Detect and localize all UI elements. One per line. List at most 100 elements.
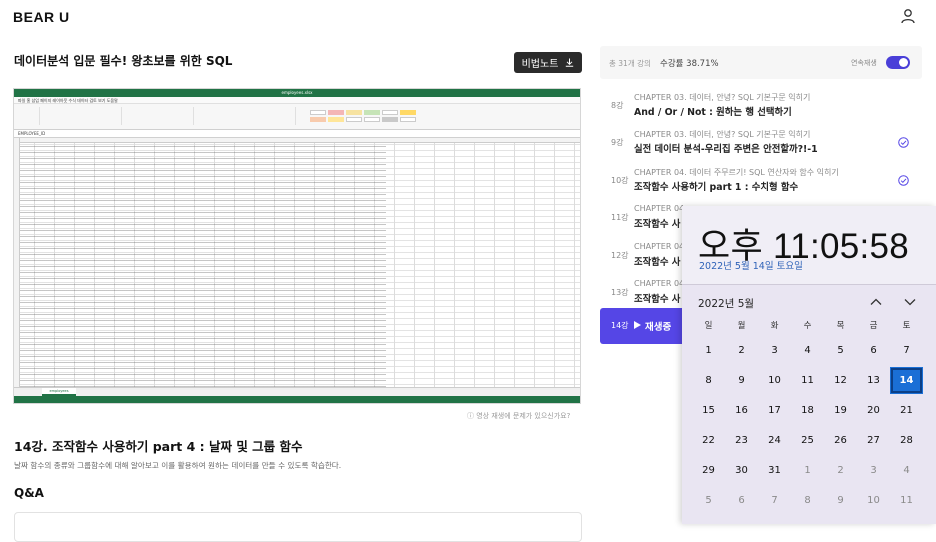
weekday-label: 수 — [803, 321, 812, 331]
calendar-month[interactable]: 2022년 5월 — [698, 296, 754, 311]
weekday-label: 일 — [704, 321, 713, 331]
excel-menu: 파일 홈 삽입 페이지 레이아웃 수식 데이터 검토 보기 도움말 — [14, 97, 580, 104]
calendar-day[interactable]: 25 — [791, 427, 824, 454]
course-title: 데이터분석 입문 필수! 왕초보를 위한 SQL — [14, 54, 233, 68]
calendar-day[interactable]: 11 — [890, 487, 923, 514]
calendar-day[interactable]: 8 — [692, 367, 725, 394]
calendar-day[interactable]: 29 — [692, 457, 725, 484]
autoplay-label: 연속재생 — [851, 59, 877, 67]
clock-date-link[interactable]: 2022년 5월 14일 토요일 — [699, 258, 803, 272]
lesson-name: 조작함수 사 — [634, 257, 681, 268]
calendar-day[interactable]: 15 — [692, 397, 725, 424]
chevron-down-icon[interactable] — [903, 296, 917, 308]
calendar-day[interactable]: 31 — [758, 457, 791, 484]
calendar-day[interactable]: 7 — [758, 487, 791, 514]
calendar-day[interactable]: 2 — [824, 457, 857, 484]
weekday-label: 월 — [737, 321, 746, 331]
lesson-item[interactable]: 10강 CHAPTER 04. 데이터 주무르기! SQL 연산자와 함수 익히… — [600, 163, 922, 200]
calendar-day[interactable]: 21 — [890, 397, 923, 424]
qa-title: Q&A — [14, 486, 44, 500]
now-playing-label: 재생중 — [645, 322, 672, 333]
secret-note-label: 비법노트 — [521, 59, 559, 70]
secret-note-button[interactable]: 비법노트 — [514, 52, 582, 73]
calendar-day[interactable]: 8 — [791, 487, 824, 514]
calendar-day[interactable]: 5 — [692, 487, 725, 514]
lesson-number: 12강 — [611, 251, 629, 260]
calendar-day[interactable]: 27 — [857, 427, 890, 454]
calendar-day[interactable]: 7 — [890, 337, 923, 364]
calendar-day[interactable]: 3 — [857, 457, 890, 484]
excel-formula-bar: EMPLOYEE_ID — [14, 130, 580, 138]
curriculum-header: 총 31개 강의 수강률 38.71% 연속재생 — [600, 46, 922, 79]
calendar-day[interactable]: 23 — [725, 427, 758, 454]
calendar-day[interactable]: 18 — [791, 397, 824, 424]
weekday-label: 목 — [836, 321, 845, 331]
calendar-day[interactable]: 4 — [791, 337, 824, 364]
lesson-name: 조작함수 사 — [634, 219, 681, 230]
lesson-name: 조작함수 사용하기 part 1 : 수치형 함수 — [634, 182, 799, 193]
calendar-day[interactable]: 3 — [758, 337, 791, 364]
calendar-day[interactable]: 10 — [857, 487, 890, 514]
lesson-title: 14강. 조작함수 사용하기 part 4 : 날짜 및 그룹 함수 — [14, 439, 303, 454]
lesson-chapter: CHAPTER 03. 데이터, 안녕? SQL 기본구문 익히기 — [634, 93, 811, 102]
check-circle-icon — [898, 137, 909, 148]
calendar-day[interactable]: 26 — [824, 427, 857, 454]
calendar-day[interactable]: 11 — [791, 367, 824, 394]
calendar-day[interactable]: 19 — [824, 397, 857, 424]
progress-rate: 수강률 38.71% — [660, 59, 719, 69]
calendar-day-today[interactable]: 14 — [890, 367, 923, 394]
excel-grid — [14, 138, 580, 387]
calendar-day[interactable]: 16 — [725, 397, 758, 424]
calendar-day[interactable]: 9 — [824, 487, 857, 514]
excel-sheet-tabs: employees — [14, 387, 580, 396]
clock-header: 오후 11:05:58 2022년 5월 14일 토요일 — [682, 206, 936, 284]
calendar-day[interactable]: 6 — [725, 487, 758, 514]
weekday-label: 토 — [902, 321, 911, 331]
autoplay-toggle[interactable] — [886, 56, 910, 69]
calendar-day[interactable]: 28 — [890, 427, 923, 454]
calendar-day[interactable]: 22 — [692, 427, 725, 454]
lesson-number: 8강 — [611, 101, 624, 110]
calendar-day[interactable]: 4 — [890, 457, 923, 484]
lesson-number: 9강 — [611, 138, 624, 147]
lesson-chapter: CHAPTER 04 — [634, 204, 685, 213]
weekday-label: 금 — [869, 321, 878, 331]
video-player[interactable]: employees.xlsx 파일 홈 삽입 페이지 레이아웃 수식 데이터 검… — [13, 88, 581, 404]
lesson-name: 실전 데이터 분석-우리집 주변은 안전할까?!-1 — [634, 144, 818, 155]
now-playing-item[interactable]: 14강 재생중 — [600, 308, 690, 344]
check-circle-icon — [898, 175, 909, 186]
calendar-day[interactable]: 1 — [791, 457, 824, 484]
excel-status-bar — [14, 396, 580, 403]
calendar-day[interactable]: 2 — [725, 337, 758, 364]
calendar-day[interactable]: 10 — [758, 367, 791, 394]
logo[interactable]: BEAR U — [13, 9, 70, 25]
clock-calendar-flyout: 오후 11:05:58 2022년 5월 14일 토요일 2022년 5월 일 … — [682, 206, 936, 524]
qa-box[interactable] — [14, 512, 582, 542]
download-icon — [566, 58, 574, 67]
calendar-day[interactable]: 6 — [857, 337, 890, 364]
user-icon[interactable] — [900, 8, 916, 24]
weekday-label: 화 — [770, 321, 779, 331]
lesson-number: 11강 — [611, 213, 629, 222]
video-help-link[interactable]: ⓘ 영상 재생에 문제가 있으신가요? — [467, 411, 570, 421]
calendar-day[interactable]: 5 — [824, 337, 857, 364]
lesson-item[interactable]: 9강 CHAPTER 03. 데이터, 안녕? SQL 기본구문 익히기 실전 … — [600, 125, 922, 162]
lesson-number: 10강 — [611, 176, 629, 185]
calendar-day[interactable]: 1 — [692, 337, 725, 364]
chevron-up-icon[interactable] — [869, 296, 883, 308]
calendar-day[interactable]: 24 — [758, 427, 791, 454]
calendar-day[interactable]: 20 — [857, 397, 890, 424]
excel-column-headers — [14, 138, 580, 143]
lesson-chapter: CHAPTER 04 — [634, 279, 685, 288]
calendar-day[interactable]: 13 — [857, 367, 890, 394]
lesson-item[interactable]: 8강 CHAPTER 03. 데이터, 안녕? SQL 기본구문 익히기 And… — [600, 88, 922, 125]
play-icon — [634, 321, 641, 329]
calendar-day[interactable]: 17 — [758, 397, 791, 424]
excel-sheet-tab: employees — [42, 388, 76, 396]
calendar-day[interactable]: 9 — [725, 367, 758, 394]
calendar-day[interactable]: 12 — [824, 367, 857, 394]
lesson-chapter: CHAPTER 03. 데이터, 안녕? SQL 기본구문 익히기 — [634, 130, 811, 139]
calendar-day[interactable]: 30 — [725, 457, 758, 484]
top-bar: BEAR U — [0, 0, 936, 34]
lesson-description: 날짜 함수의 종류와 그룹함수에 대해 알아보고 이를 활용하여 원하는 데이터… — [14, 461, 342, 470]
